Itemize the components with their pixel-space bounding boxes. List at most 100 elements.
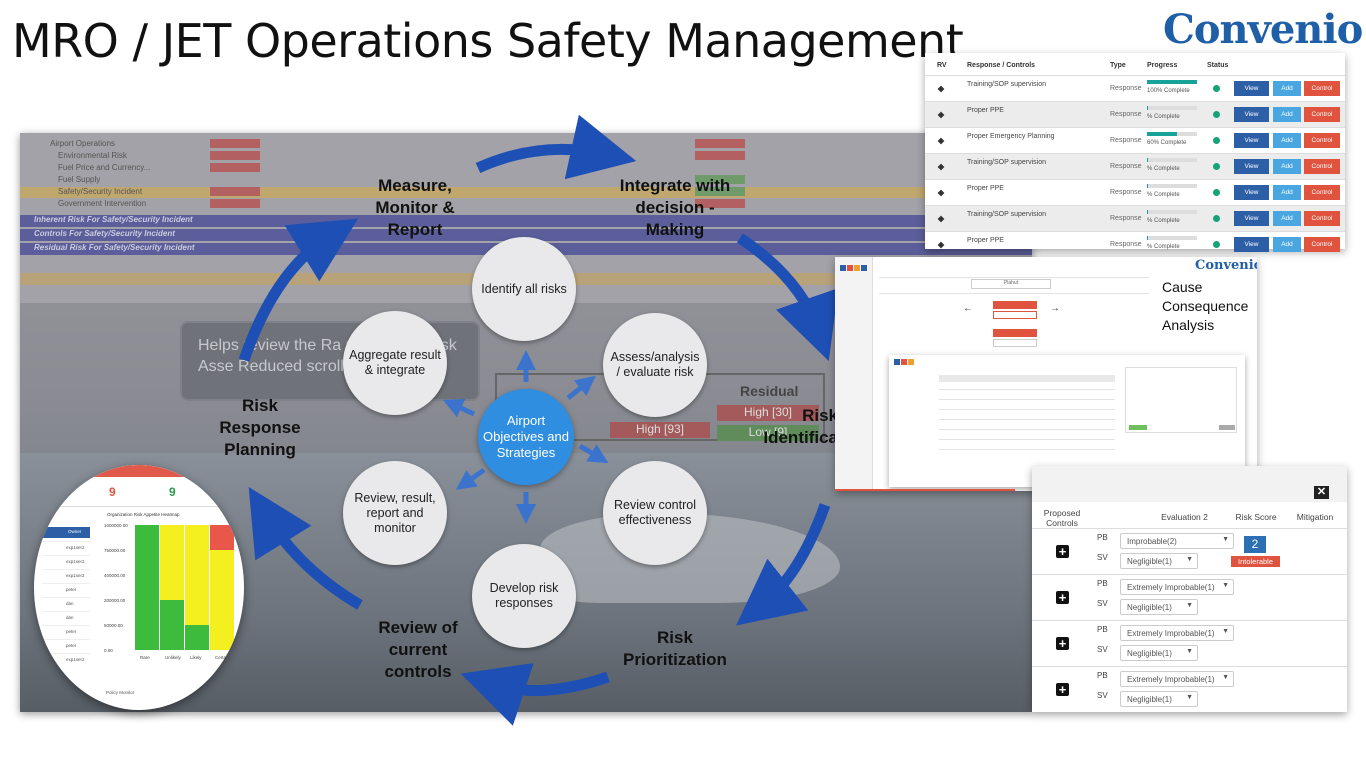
owner-row: peter [42, 625, 90, 638]
add-button[interactable]: Add [1273, 237, 1301, 252]
control-button[interactable]: Control [1304, 237, 1340, 252]
y-tick: 400000.00 [104, 573, 126, 578]
response-type: Response [1110, 85, 1142, 92]
response-type: Response [1110, 189, 1142, 196]
add-button[interactable]: Add [1273, 81, 1301, 96]
rv-icon [937, 163, 945, 171]
col-evaluation: Evaluation 2 [1161, 512, 1208, 522]
owner-row: exp1ser2 [42, 569, 90, 582]
progress-text: % Complete [1147, 192, 1180, 198]
app-sidebar [835, 257, 873, 491]
plus-icon[interactable]: + [1056, 683, 1069, 696]
sv-label: SV [1097, 553, 1108, 562]
severity-select[interactable]: Negligible(1) ▼ [1120, 645, 1198, 661]
heatmap-cell [185, 575, 209, 600]
plus-icon[interactable]: + [1056, 545, 1069, 558]
owner-row: exp1ser2 [42, 555, 90, 568]
heatmap-cell [135, 575, 159, 600]
control-button[interactable]: Control [1304, 133, 1340, 148]
severity-select[interactable]: Negligible(1) ▼ [1120, 599, 1198, 615]
control-button[interactable]: Control [1304, 211, 1340, 226]
view-button[interactable]: View [1234, 107, 1269, 122]
risk-score-value: 2 [1244, 536, 1266, 553]
probability-select[interactable]: Extremely Improbable(1) ▼ [1120, 671, 1234, 687]
col-proposed: Proposed Controls [1043, 508, 1081, 528]
arrow-left-upper [238, 218, 359, 362]
arrow-top [475, 114, 637, 180]
view-button[interactable]: View [1234, 133, 1269, 148]
heatmap-cell [160, 550, 184, 575]
response-name: Proper Emergency Planning [967, 133, 1055, 140]
view-button[interactable]: View [1234, 185, 1269, 200]
add-button[interactable]: Add [1273, 159, 1301, 174]
panel-caption: Cause Consequence Analysis [1162, 279, 1249, 333]
arrow-bottom [460, 663, 610, 726]
status-dot [1213, 163, 1220, 170]
cause-consequence-panel: Plahut ← → Convenio Cause Consequence An… [835, 257, 1257, 491]
center-node: Plahut [971, 279, 1051, 289]
heatmap-cell [135, 600, 159, 625]
plus-icon[interactable]: + [1056, 637, 1069, 650]
step-risk-identification: Risk Identifica [763, 406, 838, 447]
view-button[interactable]: View [1234, 237, 1269, 252]
spoke-arrow [442, 399, 476, 418]
progress-text: % Complete [1147, 166, 1180, 172]
sv-label: SV [1097, 691, 1108, 700]
heatmap-title: Organization Risk Appetite Heatmap [107, 512, 180, 517]
heatmap-cell [160, 525, 184, 550]
heatmap-cell [135, 525, 159, 550]
response-type: Response [1110, 111, 1142, 118]
severity-select[interactable]: Negligible(1) ▼ [1120, 553, 1198, 569]
response-controls-panel: RV Response / Controls Type Progress Sta… [925, 53, 1345, 252]
probability-select[interactable]: Extremely Improbable(1) ▼ [1120, 579, 1234, 595]
response-row: Proper PPE Response % Complete View Add … [925, 231, 1345, 257]
spoke-arrow [455, 467, 486, 490]
circle-identify: Identify all risks [472, 237, 576, 341]
control-button[interactable]: Control [1304, 159, 1340, 174]
control-button[interactable]: Control [1304, 81, 1340, 96]
evaluation-row: + PB SV Extremely Improbable(1) ▼ Negligi… [1032, 574, 1347, 620]
circle-aggregate: Aggregate result & integrate [343, 311, 447, 415]
step-response-planning: Risk Response Planning [219, 396, 301, 459]
step-review-controls: Review of current controls [378, 618, 458, 681]
heatmap-cell [185, 600, 209, 625]
close-icon[interactable]: ✕ [1314, 486, 1329, 499]
status-dot [1213, 241, 1220, 248]
x-tick: Unlikely [165, 655, 181, 660]
circle-develop: Develop risk responses [472, 544, 576, 648]
owner-row: dan [42, 597, 90, 610]
response-name: Training/SOP supervision [967, 159, 1046, 166]
add-button[interactable]: Add [1273, 107, 1301, 122]
status-dot [1213, 189, 1220, 196]
view-button[interactable]: View [1234, 211, 1269, 226]
col-type: Type [1110, 62, 1126, 69]
view-button[interactable]: View [1234, 159, 1269, 174]
control-button[interactable]: Control [1304, 185, 1340, 200]
add-button[interactable]: Add [1273, 185, 1301, 200]
heatmap-cell [135, 550, 159, 575]
count-blue: 4 [230, 485, 237, 499]
col-mitigation: Mitigation [1296, 512, 1334, 522]
add-button[interactable]: Add [1273, 133, 1301, 148]
circle-assess: Assess/analysis / evaluate risk [603, 313, 707, 417]
owner-row: dan [42, 611, 90, 624]
response-type: Response [1110, 137, 1142, 144]
owner-row: exp1ser2 [42, 541, 90, 554]
step-prioritization: Risk Prioritization [623, 628, 727, 669]
y-tick: 1000000.00 [104, 523, 128, 528]
policy-monitor: Policy Monitor [106, 690, 135, 695]
control-button[interactable]: Control [1304, 107, 1340, 122]
rv-icon [937, 111, 945, 119]
probability-select[interactable]: Extremely Improbable(1) ▼ [1120, 625, 1234, 641]
probability-select[interactable]: Improbable(2) ▼ [1120, 533, 1234, 549]
severity-select[interactable]: Negligible(1) ▼ [1120, 691, 1198, 707]
progress-bar [1147, 80, 1197, 84]
add-button[interactable]: Add [1273, 211, 1301, 226]
heatmap-inset: 9 9 4 Owner exp1ser2 exp1ser2 exp1ser2 pete… [34, 465, 244, 710]
view-button[interactable]: View [1234, 81, 1269, 96]
step-integrate: Integrate with decision - Making [619, 176, 731, 239]
col-response: Response / Controls [967, 62, 1036, 69]
progress-bar [1147, 236, 1197, 240]
pb-label: PB [1097, 579, 1108, 588]
plus-icon[interactable]: + [1056, 591, 1069, 604]
